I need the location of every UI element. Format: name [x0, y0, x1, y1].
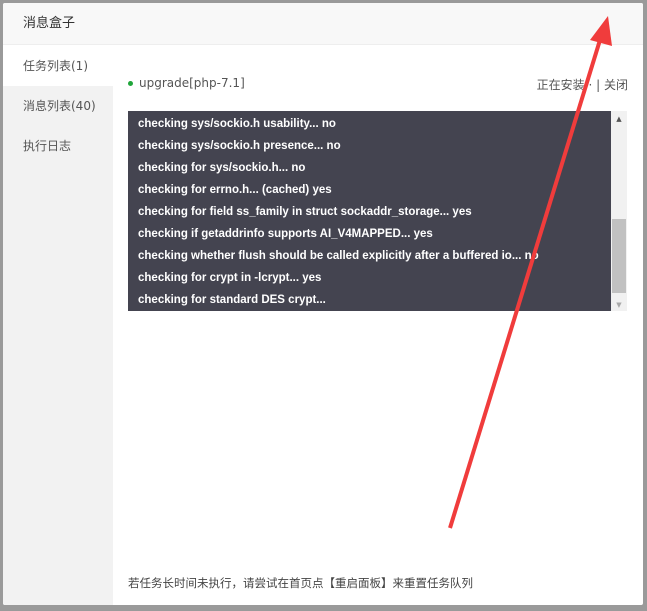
arrow-shaft	[448, 39, 602, 529]
red-arrow-annotation	[448, 16, 612, 529]
arrow-head-icon	[590, 16, 612, 46]
